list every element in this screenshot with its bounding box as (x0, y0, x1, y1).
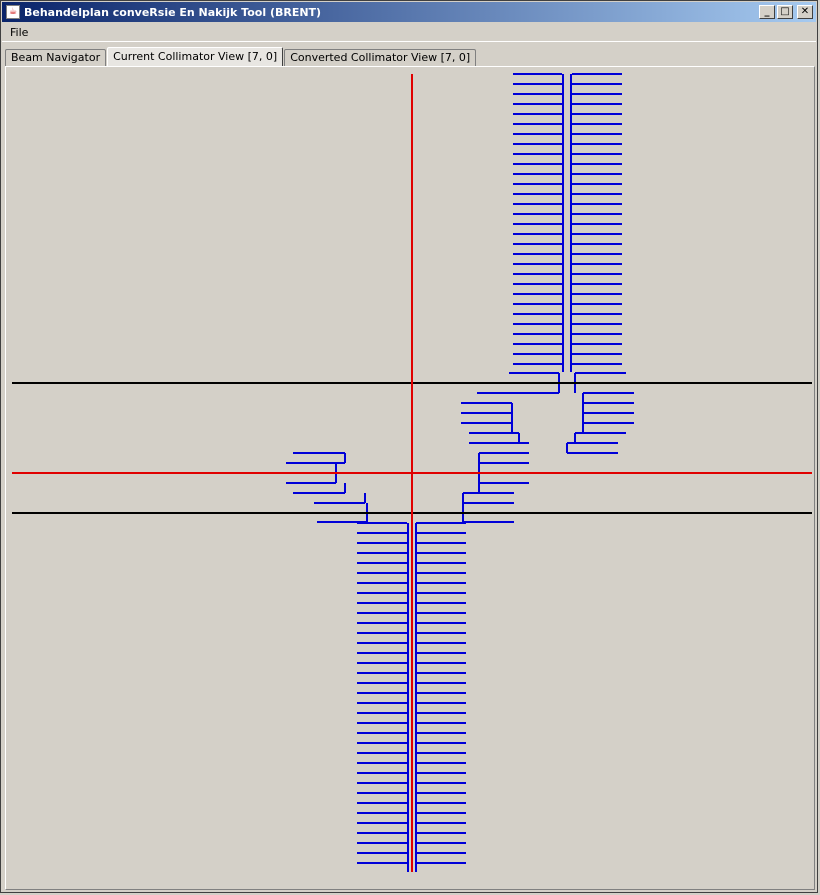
java-app-icon: ☕ (6, 5, 20, 19)
window-title: Behandelplan conveRsie En Nakijk Tool (B… (24, 5, 322, 19)
tab-converted-collimator-view[interactable]: Converted Collimator View [7, 0] (284, 49, 477, 66)
collimator-view-panel (5, 66, 815, 890)
tab-strip: Beam Navigator Current Collimator View [… (5, 46, 477, 67)
tab-current-collimator-view[interactable]: Current Collimator View [7, 0] (107, 47, 284, 67)
minimize-button[interactable]: _ (759, 5, 775, 19)
menu-bar: File (2, 23, 816, 42)
title-bar[interactable]: ☕ Behandelplan conveRsie En Nakijk Tool … (2, 2, 816, 22)
app-window: ☕ Behandelplan conveRsie En Nakijk Tool … (0, 0, 818, 893)
close-button[interactable]: ✕ (797, 5, 813, 19)
menu-file[interactable]: File (2, 26, 34, 39)
tab-beam-navigator[interactable]: Beam Navigator (5, 49, 107, 66)
collimator-canvas (12, 73, 812, 872)
maximize-button[interactable]: □ (777, 5, 793, 19)
